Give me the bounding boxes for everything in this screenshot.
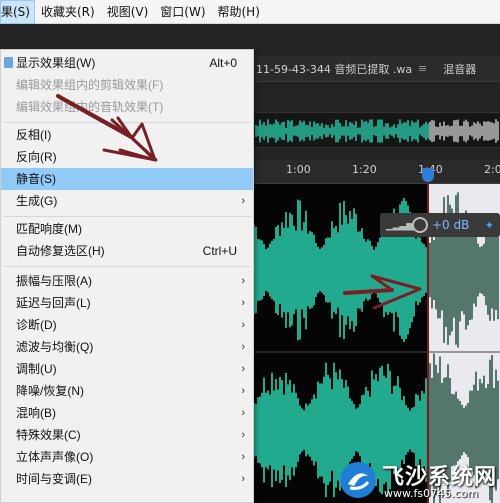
submenu-arrow-icon: › (241, 451, 245, 463)
submenu-arrow-icon: › (241, 473, 245, 485)
pin-icon[interactable]: ✦ (485, 219, 494, 232)
menu-item-filter-eq[interactable]: 滤波与均衡(Q) › (1, 336, 253, 358)
menu-item-modulation[interactable]: 调制(U) › (1, 358, 253, 380)
menu-item-label: 诊断(D) (16, 318, 57, 332)
menu-item-silence[interactable]: 静音(S) (1, 168, 253, 190)
gain-knob-icon[interactable] (412, 217, 428, 233)
menu-item-reverse[interactable]: 反向(R) (1, 146, 253, 168)
menu-item-label: 降噪/恢复(N) (16, 384, 84, 398)
menu-item-time-pitch[interactable]: 时间与变调(E) › (1, 468, 253, 490)
menu-item-label: 显示效果组(W) (16, 56, 96, 70)
menu-item-delay-echo[interactable]: 延迟与回声(L) › (1, 292, 253, 314)
menu-item-label: 调制(U) (16, 362, 57, 376)
menu-item-label: 反向(R) (16, 150, 57, 164)
menu-item-label: 反相(I) (16, 128, 52, 142)
menu-separator (3, 216, 251, 217)
submenu-arrow-icon: › (241, 363, 245, 375)
submenu-arrow-icon: › (241, 195, 245, 207)
menu-item-edit-clip-effects: 编辑效果组内的剪辑效果(F) (1, 74, 253, 96)
menu-item-label: 静音(S) (16, 172, 56, 186)
menu-item-noise-reduction[interactable]: 降噪/恢复(N) › (1, 380, 253, 402)
menu-item-generate[interactable]: 生成(G) › (1, 190, 253, 212)
menu-item-label: 滤波与均衡(Q) (16, 340, 94, 354)
submenu-arrow-icon: › (241, 297, 245, 309)
menu-item-label: 特殊效果(C) (16, 428, 81, 442)
playhead-handle[interactable] (422, 168, 434, 182)
menu-item-shortcut: Ctrl+U (202, 244, 237, 258)
submenu-arrow-icon: › (241, 385, 245, 397)
menu-separator (3, 122, 251, 123)
menu-item-label: 混响(B) (16, 406, 56, 420)
menu-item-special[interactable]: 特殊效果(C) › (1, 424, 253, 446)
effects-dropdown-menu: 显示效果组(W) Alt+0 编辑效果组内的剪辑效果(F) 编辑效果组内的音轨效… (0, 49, 254, 503)
menu-item-edit-track-effects: 编辑效果组内的音轨效果(T) (1, 96, 253, 118)
menu-item-stereo-imagery[interactable]: 立体声声像(O) › (1, 446, 253, 468)
submenu-arrow-icon: › (241, 319, 245, 331)
menu-item-label: 自动修复选区(H) (16, 244, 105, 258)
gain-hud: ▁▂▃▅ +0 dB ✦ (380, 213, 500, 237)
site-logo-icon (340, 462, 376, 498)
menu-item-auto-heal[interactable]: 自动修复选区(H) Ctrl+U (1, 240, 253, 262)
menu-item-label: 时间与变调(E) (16, 472, 92, 486)
menu-item-reverb[interactable]: 混响(B) › (1, 402, 253, 424)
menu-item-amplitude[interactable]: 振幅与压限(A) › (1, 270, 253, 292)
app-window: 果(S) 收藏夹(R) 视图(V) 窗口(W) 帮助(H) 11-59-43-3… (0, 0, 500, 503)
menu-item-invert[interactable]: 反相(I) (1, 124, 253, 146)
menu-item-label: 编辑效果组内的剪辑效果(F) (16, 78, 164, 92)
submenu-arrow-icon: › (241, 407, 245, 419)
watermark-url: www.fs0745.com (384, 487, 479, 500)
menu-item-label: 生成(G) (16, 194, 58, 208)
menu-item-label: 延迟与回声(L) (16, 296, 91, 310)
menu-item-label: 编辑效果组内的音轨效果(T) (16, 100, 164, 114)
watermark: 飞沙系统网 www.fs0745.com (338, 456, 500, 503)
checkmark-icon (4, 57, 13, 68)
menu-item-label: 振幅与压限(A) (16, 274, 92, 288)
menu-item-match-loudness[interactable]: 匹配响度(M) (1, 218, 253, 240)
menu-item-label: 匹配响度(M) (16, 222, 82, 236)
menu-item-show-effects-rack[interactable]: 显示效果组(W) Alt+0 (1, 52, 253, 74)
submenu-arrow-icon: › (241, 341, 245, 353)
level-meter-icon: ▁▂▃▅ (386, 219, 414, 231)
submenu-arrow-icon: › (241, 429, 245, 441)
submenu-arrow-icon: › (241, 275, 245, 287)
menu-item-diagnostics[interactable]: 诊断(D) › (1, 314, 253, 336)
gain-value: +0 dB (432, 218, 470, 232)
menu-item-shortcut: Alt+0 (209, 56, 237, 70)
menu-separator (3, 266, 251, 267)
menu-item-label: 立体声声像(O) (16, 450, 94, 464)
